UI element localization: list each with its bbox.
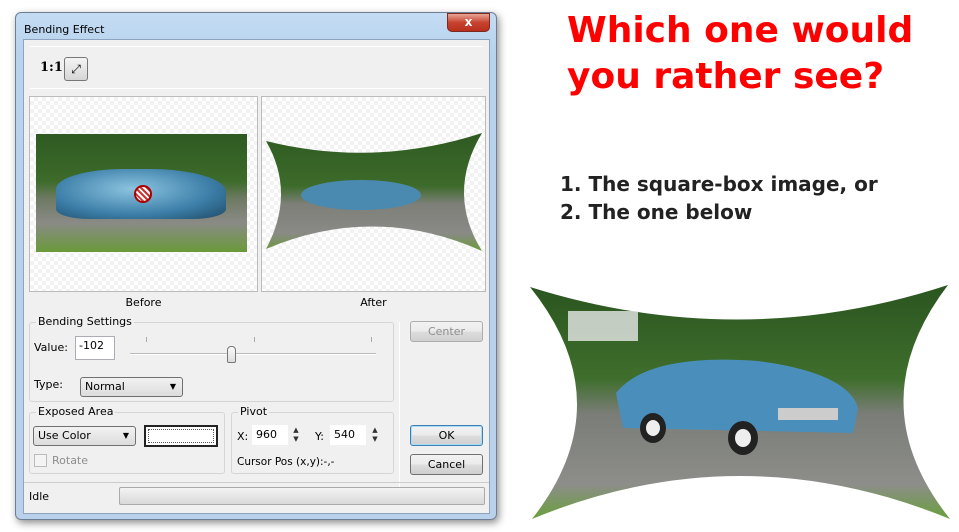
- divider: [399, 322, 400, 497]
- pivot-y-label: Y:: [315, 430, 324, 443]
- exposed-area-select-value: Use Color: [38, 429, 91, 442]
- rotate-label: Rotate: [52, 454, 89, 467]
- progress-bar: [119, 487, 485, 505]
- type-label: Type:: [34, 378, 63, 391]
- bending-slider-track[interactable]: [130, 353, 376, 355]
- dialog-client: 1:1 ⤢ Before After Bending Settings Valu…: [23, 39, 490, 514]
- exposed-area-label: Exposed Area: [36, 405, 116, 418]
- before-label: Before: [125, 296, 162, 309]
- cursor-pos-label: Cursor Pos (x,y):-,-: [237, 456, 335, 468]
- divider: [30, 46, 483, 47]
- headline-line-1: Which one would: [567, 10, 914, 51]
- close-button[interactable]: x: [447, 13, 490, 32]
- actual-size-button[interactable]: 1:1: [40, 60, 63, 75]
- divider: [30, 88, 483, 89]
- pivot-y-input[interactable]: 540: [330, 425, 366, 445]
- option-1: 1. The square-box image, or: [560, 172, 878, 196]
- before-preview[interactable]: [29, 96, 258, 292]
- after-label: After: [360, 296, 387, 309]
- exposed-area-select[interactable]: Use Color ▼: [33, 426, 136, 446]
- pivot-target-icon[interactable]: [134, 185, 152, 203]
- option-2: 2. The one below: [560, 200, 753, 224]
- value-label: Value:: [34, 341, 68, 354]
- type-select[interactable]: Normal ▼: [80, 377, 183, 397]
- pivot-x-label: X:: [237, 430, 249, 443]
- dialog-title: Bending Effect: [24, 23, 105, 36]
- center-button[interactable]: Center: [410, 321, 483, 342]
- headline: Which one would you rather see?: [567, 8, 913, 100]
- dropdown-arrow-icon: ▼: [122, 431, 129, 440]
- ok-button[interactable]: OK: [410, 425, 483, 446]
- cancel-button[interactable]: Cancel: [410, 454, 483, 475]
- pivot-x-spinner[interactable]: ▲ ▼: [290, 426, 302, 445]
- pivot-x-input[interactable]: 960: [252, 425, 288, 445]
- after-image: [266, 133, 482, 251]
- value-input[interactable]: -102: [75, 336, 115, 360]
- bending-slider-thumb[interactable]: [226, 346, 236, 363]
- after-preview: [261, 96, 486, 292]
- bending-settings-label: Bending Settings: [36, 315, 134, 328]
- rotate-checkbox[interactable]: [34, 454, 47, 467]
- headline-line-2: you rather see?: [567, 56, 885, 97]
- type-select-value: Normal: [85, 380, 125, 393]
- pivot-label: Pivot: [238, 405, 270, 418]
- fit-to-window-icon[interactable]: ⤢: [64, 57, 88, 81]
- pivot-y-spinner[interactable]: ▲ ▼: [369, 426, 381, 445]
- exposed-area-group: Exposed Area Use Color ▼ Rotate: [29, 405, 225, 474]
- dropdown-arrow-icon: ▼: [169, 382, 176, 391]
- bending-settings-group: Bending Settings Value: -102 Type: Norma…: [29, 315, 394, 402]
- status-text: Idle: [29, 490, 50, 503]
- fill-color-button[interactable]: [144, 425, 218, 447]
- bent-car-image: [530, 285, 950, 519]
- bending-effect-dialog: Bending Effect x 1:1 ⤢ Before After Bend…: [15, 12, 497, 520]
- pivot-group: Pivot X: 960 ▲ ▼ Y: 540 ▲ ▼ Cursor Pos (x,…: [231, 405, 394, 474]
